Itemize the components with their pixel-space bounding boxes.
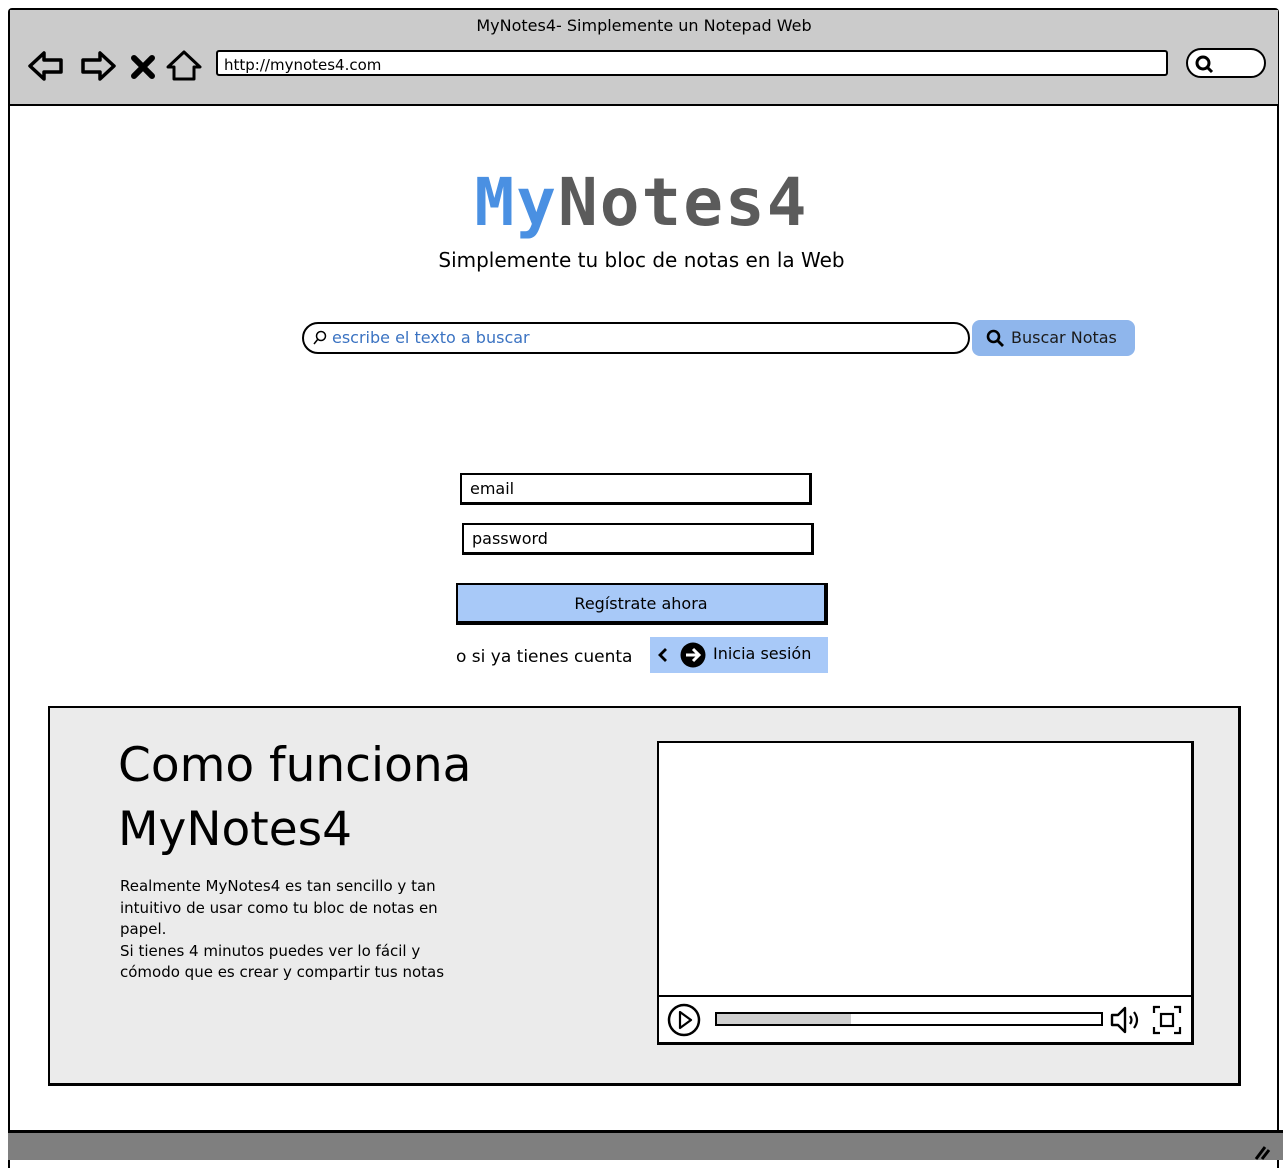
- how-it-works-title: Como funciona MyNotes4: [118, 734, 638, 862]
- back-arrow-icon[interactable]: [26, 46, 66, 86]
- logo-part-notes4: Notes4: [558, 164, 809, 241]
- close-icon[interactable]: [126, 46, 160, 86]
- how-title-line1: Como funciona: [118, 738, 472, 793]
- tagline: Simplemente tu bloc de notas en la Web: [438, 248, 845, 272]
- url-bar[interactable]: http://mynotes4.com: [216, 50, 1168, 76]
- search-notes-label: Buscar Notas: [1011, 328, 1117, 347]
- video-progress-fill: [717, 1014, 852, 1024]
- forward-arrow-icon[interactable]: [78, 46, 118, 86]
- browser-search-field[interactable]: [1186, 48, 1266, 78]
- search-notes-button[interactable]: Buscar Notas: [972, 320, 1135, 356]
- video-player[interactable]: [657, 741, 1194, 1045]
- have-account-text: o si ya tienes cuenta: [456, 647, 633, 667]
- logo-part-my: My: [474, 164, 559, 241]
- description-paragraph: Realmente MyNotes4 es tan sencillo y tan…: [120, 877, 438, 938]
- login-button[interactable]: Inicia sesión: [650, 637, 828, 673]
- search-icon: [1195, 55, 1214, 74]
- window-title: MyNotes4- Simplemente un Notepad Web: [476, 16, 812, 35]
- browser-statusbar: [8, 1130, 1283, 1160]
- search-input[interactable]: escribe el texto a buscar: [302, 322, 970, 354]
- email-field[interactable]: email: [460, 473, 812, 505]
- search-placeholder: escribe el texto a buscar: [332, 328, 530, 347]
- logo: MyNotes4: [0, 164, 1283, 241]
- register-button[interactable]: Regístrate ahora: [456, 583, 828, 625]
- resize-grip-icon[interactable]: [1251, 1141, 1271, 1161]
- description-paragraph: Si tienes 4 minutos puedes ver lo fácil …: [120, 941, 445, 982]
- search-icon: [313, 330, 327, 345]
- home-icon[interactable]: [164, 46, 204, 86]
- play-icon[interactable]: [667, 1003, 701, 1037]
- search-icon: [986, 329, 1004, 347]
- how-title-line2: MyNotes4: [118, 802, 353, 857]
- browser-titlebar: MyNotes4- Simplemente un Notepad Web htt…: [10, 10, 1278, 106]
- how-it-works-description: Realmente MyNotes4 es tan sencillo y tan…: [120, 876, 480, 984]
- volume-icon[interactable]: [1109, 1004, 1143, 1036]
- video-controls: [659, 995, 1191, 1042]
- fullscreen-icon[interactable]: [1151, 1004, 1183, 1036]
- video-progress-bar[interactable]: [715, 1012, 1103, 1026]
- login-label: Inicia sesión: [713, 644, 812, 663]
- chevron-left-icon: [658, 648, 667, 662]
- arrow-right-circle-icon: [680, 642, 706, 668]
- password-field[interactable]: password: [462, 523, 814, 555]
